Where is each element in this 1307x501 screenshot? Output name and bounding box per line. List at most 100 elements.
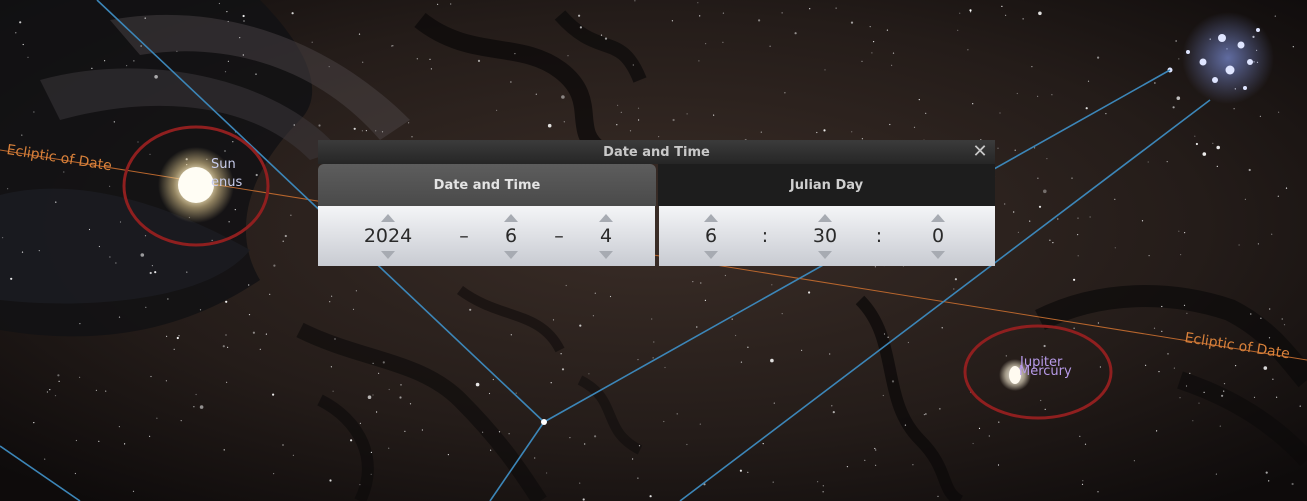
star (1097, 322, 1099, 324)
star (144, 17, 146, 19)
minute-input[interactable]: 30 (795, 225, 855, 247)
star (437, 3, 439, 5)
month-input[interactable]: 6 (481, 225, 541, 247)
star (151, 265, 153, 267)
second-up-arrow-icon[interactable] (931, 214, 945, 222)
day-input[interactable]: 4 (576, 225, 636, 247)
star (79, 323, 81, 325)
star (1114, 198, 1116, 200)
star (1147, 161, 1149, 163)
day-up-arrow-icon[interactable] (599, 214, 613, 222)
star (1040, 399, 1042, 402)
star (1223, 383, 1226, 385)
star (255, 173, 258, 177)
hour-up-arrow-icon[interactable] (704, 214, 718, 222)
year-down-arrow-icon[interactable] (381, 251, 395, 259)
hour-down-arrow-icon[interactable] (704, 251, 718, 259)
sun-label: Sun (211, 157, 236, 172)
star (1049, 239, 1051, 241)
star (864, 459, 866, 461)
star (514, 53, 516, 55)
star (329, 301, 331, 303)
star (829, 353, 831, 355)
star (1223, 390, 1225, 392)
star (1038, 205, 1042, 208)
star (1085, 107, 1088, 110)
star (225, 334, 227, 336)
star (498, 431, 501, 433)
dialog-titlebar[interactable]: Date and Time ✕ (318, 140, 995, 164)
minute-down-arrow-icon[interactable] (818, 251, 832, 259)
month-down-arrow-icon[interactable] (504, 251, 518, 259)
star (104, 60, 106, 62)
second-down-arrow-icon[interactable] (931, 251, 945, 259)
date-separator: – (459, 225, 469, 247)
star (359, 422, 361, 424)
star (997, 147, 999, 149)
star (113, 121, 115, 123)
day-down-arrow-icon[interactable] (599, 251, 613, 259)
star (488, 392, 491, 395)
tab-julian-day[interactable]: Julian Day (658, 164, 995, 206)
star (225, 300, 228, 303)
star (1186, 312, 1188, 314)
star (1073, 327, 1075, 329)
star (252, 331, 255, 334)
star (561, 368, 565, 371)
star (1016, 92, 1018, 95)
star (747, 346, 749, 348)
star (353, 127, 356, 130)
star (118, 426, 120, 428)
star (664, 366, 666, 369)
star (49, 389, 51, 391)
star (1194, 135, 1196, 137)
star (311, 41, 313, 43)
star (1215, 473, 1217, 475)
star (140, 253, 145, 257)
star (355, 290, 357, 292)
month-up-arrow-icon[interactable] (504, 214, 518, 222)
tab-date-and-time[interactable]: Date and Time (318, 164, 656, 206)
star (1034, 147, 1036, 149)
star (967, 49, 969, 51)
star (772, 481, 774, 483)
star (875, 464, 877, 466)
star (937, 495, 939, 497)
star (784, 92, 786, 94)
star (1185, 385, 1188, 387)
star (1216, 165, 1218, 167)
star (1203, 391, 1205, 393)
star (892, 52, 895, 54)
star (801, 349, 803, 351)
star (273, 264, 276, 267)
star (227, 60, 229, 62)
year-input[interactable]: 2024 (358, 225, 418, 247)
star (1141, 220, 1144, 222)
star (1189, 372, 1191, 374)
star (925, 112, 927, 114)
second-input[interactable]: 0 (908, 225, 968, 247)
star (998, 421, 1000, 423)
star (375, 130, 377, 132)
star (150, 375, 152, 378)
star (186, 271, 188, 273)
star (330, 366, 332, 368)
star (137, 141, 139, 143)
star (1077, 255, 1079, 257)
close-icon[interactable]: ✕ (970, 141, 990, 163)
star (173, 348, 175, 350)
minute-up-arrow-icon[interactable] (818, 214, 832, 222)
star (91, 67, 93, 69)
star (953, 288, 955, 290)
star (739, 469, 743, 472)
year-up-arrow-icon[interactable] (381, 214, 395, 222)
star (416, 58, 418, 60)
star (1198, 402, 1200, 404)
star (873, 41, 875, 43)
star (392, 45, 394, 47)
hour-input[interactable]: 6 (681, 225, 741, 247)
star (1299, 405, 1301, 407)
star (1263, 366, 1268, 370)
star (382, 361, 385, 364)
star (781, 313, 783, 315)
